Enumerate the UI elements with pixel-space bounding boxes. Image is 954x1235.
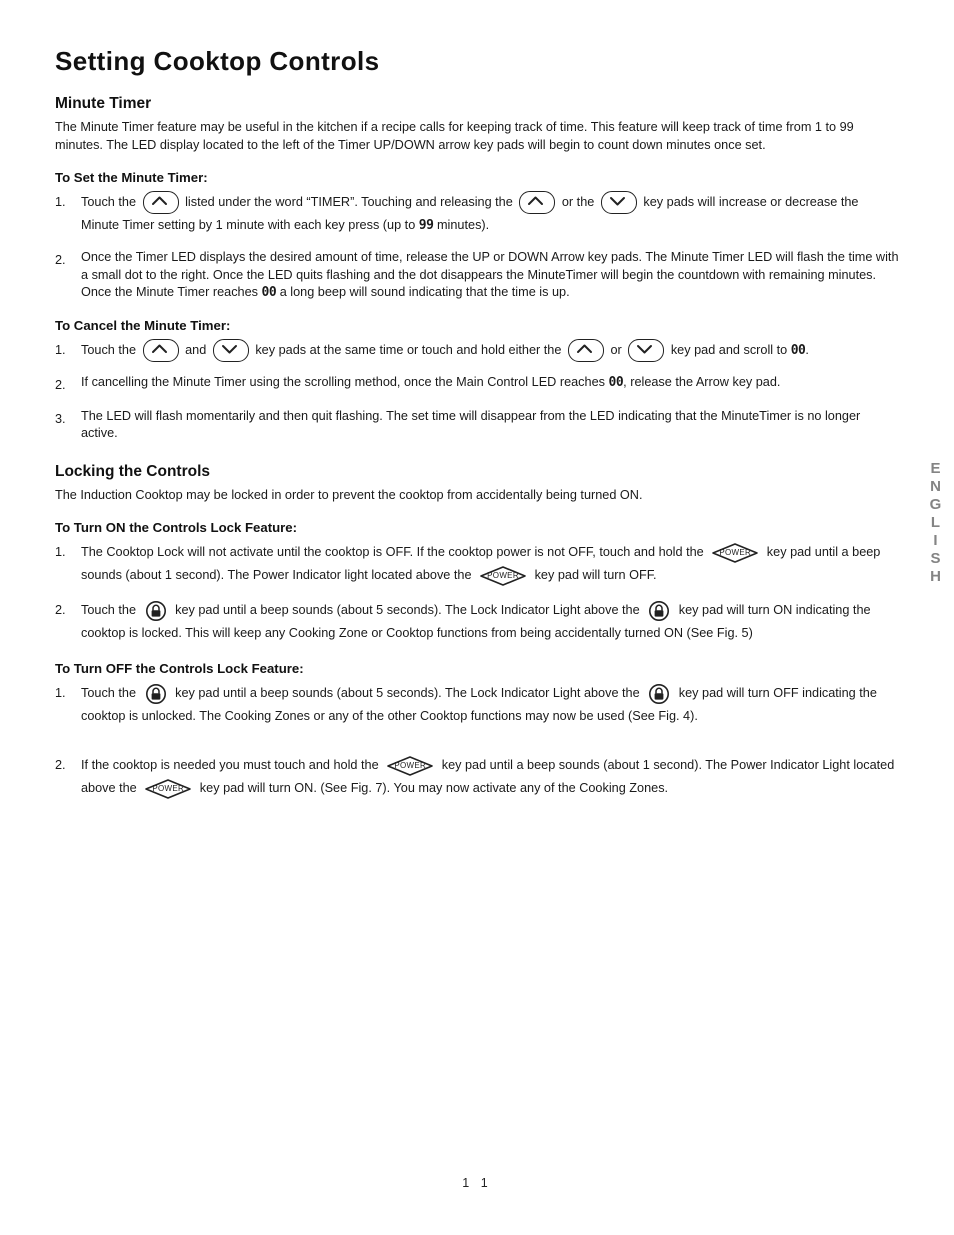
led-value: 00 xyxy=(261,285,277,301)
step-text: key pad will turn OFF. xyxy=(534,568,657,583)
lock-keypad-icon xyxy=(646,600,672,622)
up-arrow-keypad-icon xyxy=(519,191,556,215)
step-number: 1. xyxy=(55,686,66,701)
step-text: , release the Arrow key pad. xyxy=(623,374,781,389)
power-label: POWER xyxy=(394,761,427,771)
step-text: key pad until a beep sounds (about 5 sec… xyxy=(175,686,640,701)
list-item: 2. If the cooktop is needed you must tou… xyxy=(55,754,900,800)
step-body: Touch the key pad until a beep sounds (a… xyxy=(81,599,900,645)
step-text: key pad and scroll to xyxy=(670,342,788,357)
step-text: a long beep will sound indicating that t… xyxy=(279,285,570,300)
subheading-lock-on: To Turn ON the Controls Lock Feature: xyxy=(55,520,298,536)
power-keypad-icon: POWER xyxy=(478,565,528,587)
up-arrow-keypad-icon xyxy=(567,338,604,362)
step-body: If cancelling the Minute Timer using the… xyxy=(81,374,900,396)
step-text: or xyxy=(610,342,622,357)
step-text: and xyxy=(185,342,207,357)
step-text: . xyxy=(805,342,809,357)
lock-off-steps: 1. Touch the key pad until a beep sounds… xyxy=(55,682,900,800)
list-item: 2. Once the Timer LED displays the desir… xyxy=(55,249,900,302)
step-body: Once the Timer LED displays the desired … xyxy=(81,249,900,302)
up-arrow-keypad-icon xyxy=(142,191,179,215)
step-body: If the cooktop is needed you must touch … xyxy=(81,754,900,800)
set-minute-timer-steps: 1. Touch the listed under the word “TIME… xyxy=(55,191,900,302)
down-arrow-keypad-icon xyxy=(600,191,637,215)
step-text: If the cooktop is needed you must touch … xyxy=(81,758,379,773)
step-body: The Cooktop Lock will not activate until… xyxy=(81,541,900,587)
step-body: Touch the key pad until a beep sounds (a… xyxy=(81,682,900,728)
list-item: 1. The Cooktop Lock will not activate un… xyxy=(55,541,900,587)
step-body: Touch the listed under the word “TIMER”.… xyxy=(81,191,900,237)
step-number: 2. xyxy=(55,253,66,268)
led-value: 00 xyxy=(608,374,624,390)
locking-intro: The Induction Cooktop may be locked in o… xyxy=(55,487,643,502)
step-text: Touch the xyxy=(81,686,137,701)
step-text: minutes). xyxy=(436,218,490,233)
step-text: Touch the xyxy=(81,603,137,618)
list-item: 1. Touch the key pad until a beep sounds… xyxy=(55,682,900,728)
step-body: The LED will flash momentarily and then … xyxy=(81,408,900,443)
power-keypad-icon: POWER xyxy=(143,778,193,800)
list-item: 3. The LED will flash momentarily and th… xyxy=(55,408,900,443)
power-keypad-icon: POWER xyxy=(385,755,435,777)
lock-keypad-icon xyxy=(143,683,169,705)
down-arrow-keypad-icon xyxy=(212,338,249,362)
step-number: 1. xyxy=(55,195,66,209)
page-number: 1 1 xyxy=(462,1176,492,1190)
step-number: 2. xyxy=(55,603,66,618)
up-arrow-keypad-icon xyxy=(142,338,179,362)
list-item: 1. Touch the listed under the word “TIME… xyxy=(55,191,900,237)
cancel-minute-timer-steps: 1. Touch the and key pads at the same ti… xyxy=(55,338,900,443)
lock-keypad-icon xyxy=(646,683,672,705)
manual-page: ENGLISH Setting Cooktop Controls Minute … xyxy=(0,0,954,1235)
step-text: Touch the xyxy=(81,195,137,209)
page-title: Setting Cooktop Controls xyxy=(55,46,380,76)
step-number: 2. xyxy=(55,758,66,773)
subheading-cancel-minute-timer: To Cancel the Minute Timer: xyxy=(55,317,231,333)
power-label: POWER xyxy=(487,571,519,581)
led-value: 99 xyxy=(418,218,434,234)
step-number: 3. xyxy=(55,411,66,426)
list-item: 2. If cancelling the Minute Timer using … xyxy=(55,374,900,396)
lock-on-steps: 1. The Cooktop Lock will not activate un… xyxy=(55,541,900,645)
section-heading-locking-controls: Locking the Controls xyxy=(55,462,210,480)
step-text: If cancelling the Minute Timer using the… xyxy=(81,374,605,389)
step-text: listed under the word “TIMER”. Touching … xyxy=(185,195,513,209)
step-number: 1. xyxy=(55,545,66,560)
down-arrow-keypad-icon xyxy=(628,338,665,362)
list-item: 2. Touch the key pad until a beep sounds… xyxy=(55,599,900,645)
power-label: POWER xyxy=(719,548,752,558)
subheading-lock-off: To Turn OFF the Controls Lock Feature: xyxy=(55,661,304,677)
step-text: key pad until a beep sounds (about 5 sec… xyxy=(175,603,640,618)
minute-timer-intro: The Minute Timer feature may be useful i… xyxy=(55,120,854,152)
section-heading-minute-timer: Minute Timer xyxy=(55,95,152,112)
power-keypad-icon: POWER xyxy=(710,542,760,564)
step-text: Touch the xyxy=(81,342,137,357)
step-body: Touch the and key pads at the same time … xyxy=(81,338,900,362)
language-tab: ENGLISH xyxy=(927,460,944,586)
power-label: POWER xyxy=(152,784,185,794)
step-text: The Cooktop Lock will not activate until… xyxy=(81,545,704,560)
step-text: key pad will turn ON. (See Fig. 7). You … xyxy=(199,781,669,796)
led-value: 00 xyxy=(790,342,806,358)
list-item: 1. Touch the and key pads at the same ti… xyxy=(55,338,900,362)
lock-keypad-icon xyxy=(143,600,169,622)
step-number: 1. xyxy=(55,342,66,357)
step-number: 2. xyxy=(55,377,66,392)
step-text: key pads at the same time or touch and h… xyxy=(255,342,562,357)
step-text: The LED will flash momentarily and then … xyxy=(81,408,861,441)
step-text: or the xyxy=(561,195,595,209)
page-content: Setting Cooktop Controls Minute Timer Th… xyxy=(55,46,900,812)
subheading-set-minute-timer: To Set the Minute Timer: xyxy=(55,170,208,185)
